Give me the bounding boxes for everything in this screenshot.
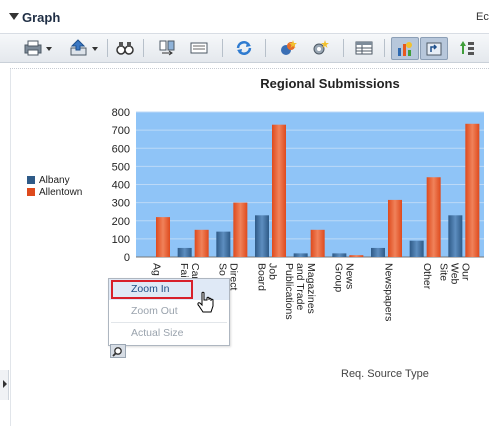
legend-item-albany: Albany [27, 174, 82, 186]
bar-allentown [349, 255, 364, 257]
actual-size-menu-item[interactable]: Actual Size [109, 323, 229, 344]
y-tick-label: 200 [112, 216, 130, 228]
hand-cursor-icon [197, 291, 214, 313]
bar-allentown [272, 124, 286, 257]
bar-allentown [465, 123, 480, 257]
y-tick-label: 100 [112, 234, 130, 246]
y-tick-label: 300 [112, 198, 130, 210]
bar-chart[interactable]: 0100200300400500600700800Ag CarFair Direct… [0, 0, 489, 426]
bar-allentown [310, 229, 325, 257]
bar-albany [448, 215, 463, 257]
x-tick-label: Ag [150, 263, 162, 276]
x-tick-label: JobBoard [255, 263, 278, 291]
y-tick-label: 600 [112, 143, 130, 155]
x-tick-label: Magazinesand TradePublications [283, 263, 317, 320]
y-tick-label: 0 [124, 252, 130, 264]
bar-albany [332, 253, 347, 257]
bar-albany [371, 247, 385, 257]
bar-allentown [388, 199, 402, 257]
legend-swatch [27, 188, 35, 196]
y-tick-label: 700 [112, 125, 130, 137]
x-tick-label: Other [421, 263, 433, 290]
bar-allentown [233, 202, 248, 257]
y-tick-label: 500 [112, 161, 130, 173]
zoom-in-highlight [111, 280, 193, 299]
zoom-button[interactable] [110, 344, 126, 358]
legend-item-allentown: Allentown [27, 186, 82, 198]
bar-albany [216, 231, 231, 257]
bar-albany [255, 215, 269, 257]
bar-albany [409, 240, 424, 257]
bar-albany [177, 247, 192, 257]
x-axis-title: Req. Source Type [341, 368, 429, 380]
legend-swatch [27, 176, 35, 184]
bar-allentown [194, 229, 209, 257]
chart-legend: Albany Allentown [27, 174, 82, 198]
bar-allentown [156, 217, 170, 257]
x-tick-label: NewsGroup [333, 263, 356, 292]
y-tick-label: 800 [112, 107, 130, 119]
bar-albany [293, 253, 308, 257]
x-tick-label: Newspapers [382, 263, 394, 321]
bar-allentown [426, 177, 441, 257]
magnifier-icon [112, 347, 122, 357]
y-tick-label: 400 [112, 180, 130, 192]
x-tick-label: OurWebSite [438, 263, 472, 285]
legend-label: Albany [39, 174, 70, 186]
legend-label: Allentown [39, 186, 83, 198]
